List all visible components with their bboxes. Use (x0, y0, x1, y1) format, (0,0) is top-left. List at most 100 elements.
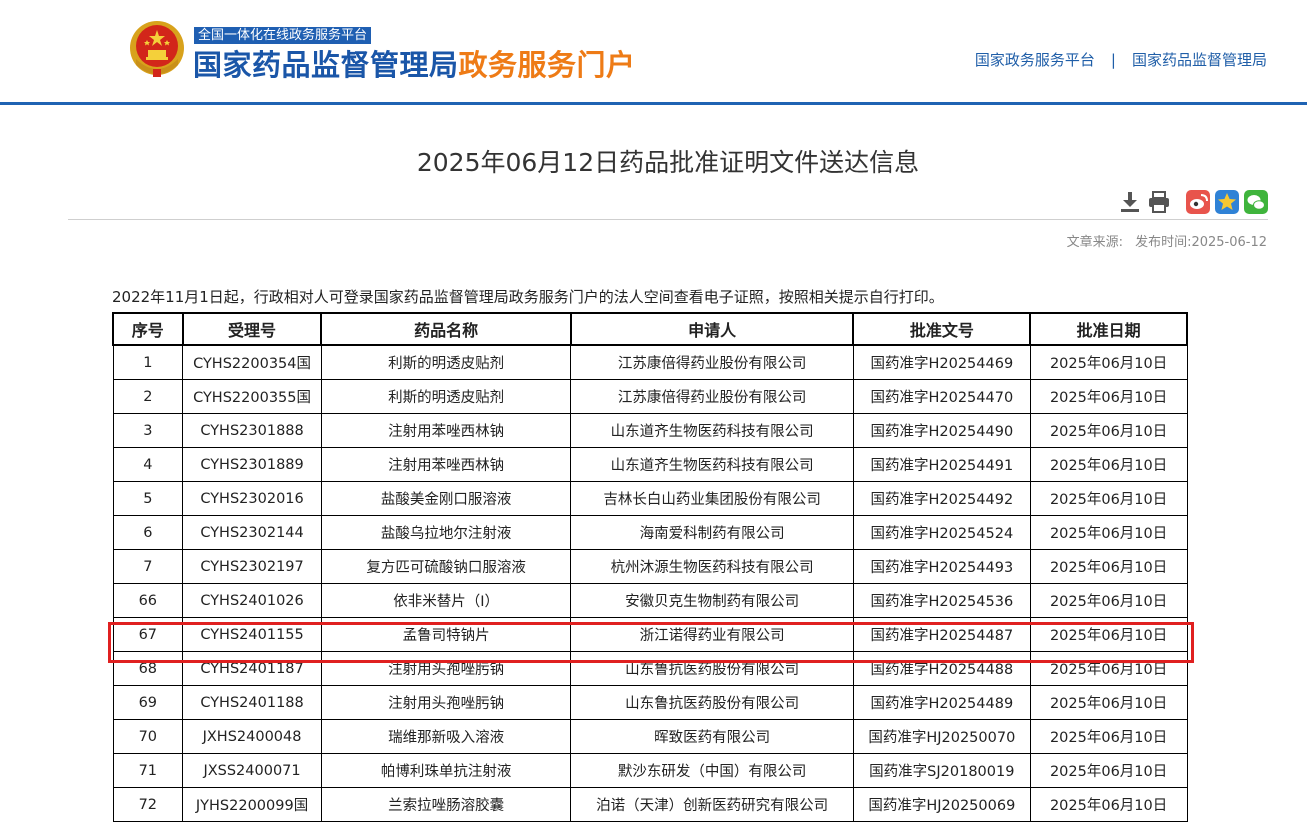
table-row: 6 CYHS2302144 盐酸乌拉地尔注射液 海南爱科制药有限公司 国药准字H2025… (112, 515, 1188, 550)
header-applicant: 申请人 (569, 312, 855, 346)
cell-approval-no: 国药准字H20254489 (852, 685, 1031, 720)
cell-approval-date: 2025年06月10日 (1029, 617, 1188, 652)
header-accept-no: 受理号 (181, 312, 323, 346)
table-row: 1 CYHS2200354国 利斯的明透皮贴剂 江苏康倍得药业股份有限公司 国药准字H2… (112, 344, 1188, 380)
favorite-icon[interactable] (1215, 189, 1239, 215)
cell-applicant: 山东道齐生物医药科技有限公司 (570, 447, 854, 482)
download-icon[interactable] (1118, 189, 1142, 215)
title-divider (68, 219, 1268, 220)
cell-drug-name: 孟鲁司特钠片 (320, 617, 572, 652)
site-brand[interactable]: 国家药品监督管理局政务服务门户 (193, 48, 636, 82)
cell-accept-no: CYHS2302197 (182, 549, 322, 584)
platform-tag: 全国一体化在线政务服务平台 (194, 27, 372, 44)
table-header-row: 序号 受理号 药品名称 申请人 批准文号 批准日期 (112, 312, 1188, 346)
cell-approval-date: 2025年06月10日 (1029, 583, 1188, 618)
cell-accept-no: CYHS2200354国 (182, 344, 322, 380)
cell-drug-name: 复方匹可硫酸钠口服溶液 (320, 549, 572, 584)
cell-drug-name: 兰索拉唑肠溶胶囊 (320, 787, 572, 822)
wechat-icon[interactable] (1244, 189, 1268, 215)
cell-seq: 70 (112, 719, 184, 754)
cell-accept-no: CYHS2401187 (182, 651, 322, 686)
cell-approval-date: 2025年06月10日 (1029, 481, 1188, 516)
cell-approval-no: 国药准字H20254536 (852, 583, 1031, 618)
cell-applicant: 杭州沐源生物医药科技有限公司 (570, 549, 854, 584)
print-icon[interactable] (1147, 189, 1171, 215)
cell-approval-no: 国药准字H20254524 (852, 515, 1031, 550)
table-row: 70 JXHS2400048 瑞维那新吸入溶液 晖致医药有限公司 国药准字HJ20250… (112, 719, 1188, 754)
national-emblem-icon (130, 21, 184, 77)
table-row: 2 CYHS2200355国 利斯的明透皮贴剂 江苏康倍得药业股份有限公司 国药准字H2… (112, 379, 1188, 414)
link-nmpa[interactable]: 国家药品监督管理局 (1132, 51, 1267, 69)
cell-applicant: 山东道齐生物医药科技有限公司 (570, 413, 854, 448)
cell-approval-no: 国药准字HJ20250069 (852, 787, 1031, 822)
cell-approval-date: 2025年06月10日 (1029, 685, 1188, 720)
cell-drug-name: 依非米替片（I） (320, 583, 572, 618)
cell-approval-date: 2025年06月10日 (1029, 787, 1188, 822)
table-row: 69 CYHS2401188 注射用头孢唑肟钠 山东鲁抗医药股份有限公司 国药准字H20… (112, 685, 1188, 720)
cell-approval-no: 国药准字H20254470 (852, 379, 1031, 414)
cell-applicant: 安徽贝克生物制药有限公司 (570, 583, 854, 618)
link-separator: | (1110, 51, 1116, 69)
cell-drug-name: 注射用苯唑西林钠 (320, 413, 572, 448)
cell-approval-no: 国药准字SJ20180019 (852, 753, 1031, 788)
cell-drug-name: 利斯的明透皮贴剂 (320, 344, 572, 380)
table-row: 4 CYHS2301889 注射用苯唑西林钠 山东道齐生物医药科技有限公司 国药准字H2… (112, 447, 1188, 482)
header-approval-date: 批准日期 (1029, 312, 1188, 346)
cell-drug-name: 盐酸美金刚口服溶液 (320, 481, 572, 516)
header-seq: 序号 (112, 312, 184, 346)
table-row: 68 CYHS2401187 注射用头孢唑肟钠 山东鲁抗医药股份有限公司 国药准字H20… (112, 651, 1188, 686)
cell-drug-name: 注射用头孢唑肟钠 (320, 685, 572, 720)
cell-approval-no: 国药准字H20254490 (852, 413, 1031, 448)
cell-seq: 69 (112, 685, 184, 720)
cell-approval-no: 国药准字H20254493 (852, 549, 1031, 584)
table-row: 7 CYHS2302197 复方匹可硫酸钠口服溶液 杭州沐源生物医药科技有限公司 国药准… (112, 549, 1188, 584)
cell-applicant: 江苏康倍得药业股份有限公司 (570, 344, 854, 380)
table-body: 1 CYHS2200354国 利斯的明透皮贴剂 江苏康倍得药业股份有限公司 国药准字H2… (112, 344, 1188, 822)
cell-approval-date: 2025年06月10日 (1029, 549, 1188, 584)
table-row: 66 CYHS2401026 依非米替片（I） 安徽贝克生物制药有限公司 国药准字H20… (112, 583, 1188, 618)
cell-applicant: 泊诺（天津）创新医药研究有限公司 (570, 787, 854, 822)
cell-seq: 6 (112, 515, 184, 550)
cell-drug-name: 利斯的明透皮贴剂 (320, 379, 572, 414)
cell-approval-date: 2025年06月10日 (1029, 379, 1188, 414)
cell-drug-name: 注射用苯唑西林钠 (320, 447, 572, 482)
publish-time: 发布时间:2025-06-12 (1135, 235, 1267, 250)
cell-approval-no: 国药准字H20254488 (852, 651, 1031, 686)
cell-approval-date: 2025年06月10日 (1029, 651, 1188, 686)
cell-seq: 1 (112, 344, 184, 380)
cell-applicant: 江苏康倍得药业股份有限公司 (570, 379, 854, 414)
cell-approval-no: 国药准字H20254469 (852, 344, 1031, 380)
cell-seq: 71 (112, 753, 184, 788)
cell-seq: 66 (112, 583, 184, 618)
cell-drug-name: 瑞维那新吸入溶液 (320, 719, 572, 754)
cell-seq: 7 (112, 549, 184, 584)
cell-accept-no: JYHS2200099国 (182, 787, 322, 822)
cell-accept-no: CYHS2301889 (182, 447, 322, 482)
link-national-gov-platform[interactable]: 国家政务服务平台 (975, 51, 1095, 69)
cell-drug-name: 帕博利珠单抗注射液 (320, 753, 572, 788)
cell-accept-no: CYHS2401155 (182, 617, 322, 652)
table-row: 5 CYHS2302016 盐酸美金刚口服溶液 吉林长白山药业集团股份有限公司 国药准字… (112, 481, 1188, 516)
cell-seq: 67 (112, 617, 184, 652)
weibo-icon[interactable] (1186, 189, 1210, 215)
table-row: 3 CYHS2301888 注射用苯唑西林钠 山东道齐生物医药科技有限公司 国药准字H2… (112, 413, 1188, 448)
table-row: 71 JXSS2400071 帕博利珠单抗注射液 默沙东研发（中国）有限公司 国药准字S… (112, 753, 1188, 788)
cell-applicant: 海南爱科制药有限公司 (570, 515, 854, 550)
cell-approval-date: 2025年06月10日 (1029, 719, 1188, 754)
article-source: 文章来源: (1066, 235, 1124, 250)
cell-accept-no: JXHS2400048 (182, 719, 322, 754)
cell-approval-no: 国药准字H20254492 (852, 481, 1031, 516)
approval-table: 序号 受理号 药品名称 申请人 批准文号 批准日期 1 CYHS2200354国利… (112, 312, 1188, 822)
top-links: 国家政务服务平台 | 国家药品监督管理局 (975, 49, 1267, 70)
site-header: 全国一体化在线政务服务平台 国家药品监督管理局政务服务门户 国家政务服务平台 | 国… (0, 0, 1307, 105)
brand-primary: 国家药品监督管理局 (193, 48, 459, 82)
cell-accept-no: CYHS2301888 (182, 413, 322, 448)
header-drug-name: 药品名称 (320, 312, 572, 346)
header-approval-no: 批准文号 (852, 312, 1032, 346)
cell-seq: 4 (112, 447, 184, 482)
table-row: 72 JYHS2200099国 兰索拉唑肠溶胶囊 泊诺（天津）创新医药研究有限公司 国药… (112, 787, 1188, 822)
cell-accept-no: CYHS2401026 (182, 583, 322, 618)
cell-accept-no: JXSS2400071 (182, 753, 322, 788)
cell-approval-date: 2025年06月10日 (1029, 447, 1188, 482)
cell-approval-date: 2025年06月10日 (1029, 344, 1188, 380)
